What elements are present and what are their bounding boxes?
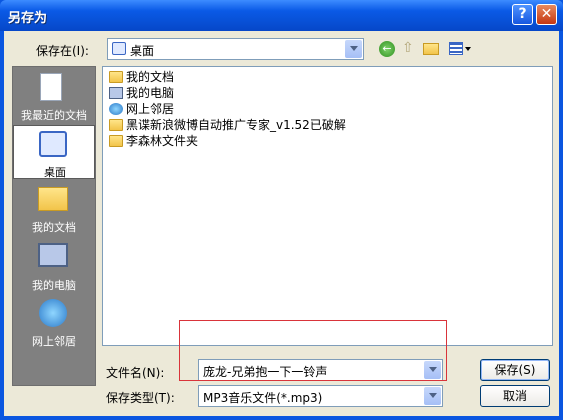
title-bar[interactable]: 另存为 ? ✕ [0,0,563,31]
highlight-box [179,320,447,381]
my-computer-icon [109,87,123,99]
file-list[interactable]: 我的文档 我的电脑 网上邻居 黑谍新浪微博自动推广专家_v1.52已破解 李森林… [102,66,553,346]
desktop-icon [39,131,67,157]
item-label: 李森林文件夹 [126,134,199,148]
desktop-icon [112,42,126,55]
place-label: 我的文档 [32,221,76,234]
dialog-title: 另存为 [8,11,48,26]
folder-icon [109,135,123,147]
my-documents-icon [38,187,68,211]
dialog-client-area: 保存在(I): 桌面 ← ⇧ 我最近的文档 桌面 我的文档 我的电脑 网上邻居 … [4,31,559,416]
save-in-combo[interactable]: 桌面 [107,38,364,60]
recent-docs-icon [40,73,62,101]
place-recent-docs[interactable]: 我最近的文档 [13,69,95,123]
my-documents-icon [109,71,123,83]
item-label: 黑谍新浪微博自动推广专家_v1.52已破解 [126,118,346,132]
place-my-documents[interactable]: 我的文档 [13,181,95,235]
filename-label: 文件名(N): [106,366,165,380]
item-label: 我的电脑 [126,86,175,100]
views-dropdown-icon[interactable] [465,47,471,51]
place-desktop[interactable]: 桌面 [13,125,95,179]
item-label: 网上邻居 [126,102,175,116]
location-value: 桌面 [130,44,155,58]
place-label: 我最近的文档 [21,109,87,122]
close-icon: ✕ [540,6,553,22]
back-icon[interactable]: ← [379,41,395,57]
network-icon [39,299,67,327]
filetype-label: 保存类型(T): [106,391,175,405]
save-button[interactable]: 保存(S) [480,359,550,381]
up-folder-icon[interactable]: ⇧ [402,40,416,57]
place-label: 我的电脑 [32,279,76,292]
list-item[interactable]: 李森林文件夹 [109,133,198,149]
save-in-label: 保存在(I): [36,44,89,58]
place-label: 网上邻居 [32,335,76,348]
chevron-down-icon[interactable] [345,40,362,58]
list-item[interactable]: 网上邻居 [109,101,174,117]
places-bar: 我最近的文档 桌面 我的文档 我的电脑 网上邻居 [12,66,96,386]
network-icon [109,103,123,115]
question-icon: ? [518,6,527,22]
folder-icon [109,119,123,131]
list-item[interactable]: 黑谍新浪微博自动推广专家_v1.52已破解 [109,117,346,133]
new-folder-icon[interactable] [423,43,439,55]
list-item[interactable]: 我的文档 [109,69,174,85]
my-computer-icon [38,243,68,267]
place-my-computer[interactable]: 我的电脑 [13,239,95,293]
filetype-value: MP3音乐文件(*.mp3) [203,391,323,405]
help-button[interactable]: ? [512,4,533,25]
close-button[interactable]: ✕ [536,4,557,25]
item-label: 我的文档 [126,70,175,84]
place-label: 桌面 [44,166,66,179]
cancel-button[interactable]: 取消 [480,385,550,407]
save-as-dialog: 另存为 ? ✕ 保存在(I): 桌面 ← ⇧ 我最近的文档 桌面 我的文档 我的… [0,0,563,420]
views-menu-icon[interactable] [449,42,463,55]
list-item[interactable]: 我的电脑 [109,85,174,101]
chevron-down-icon[interactable] [424,387,441,405]
filetype-select[interactable]: MP3音乐文件(*.mp3) [198,385,443,407]
place-network[interactable]: 网上邻居 [13,295,95,349]
